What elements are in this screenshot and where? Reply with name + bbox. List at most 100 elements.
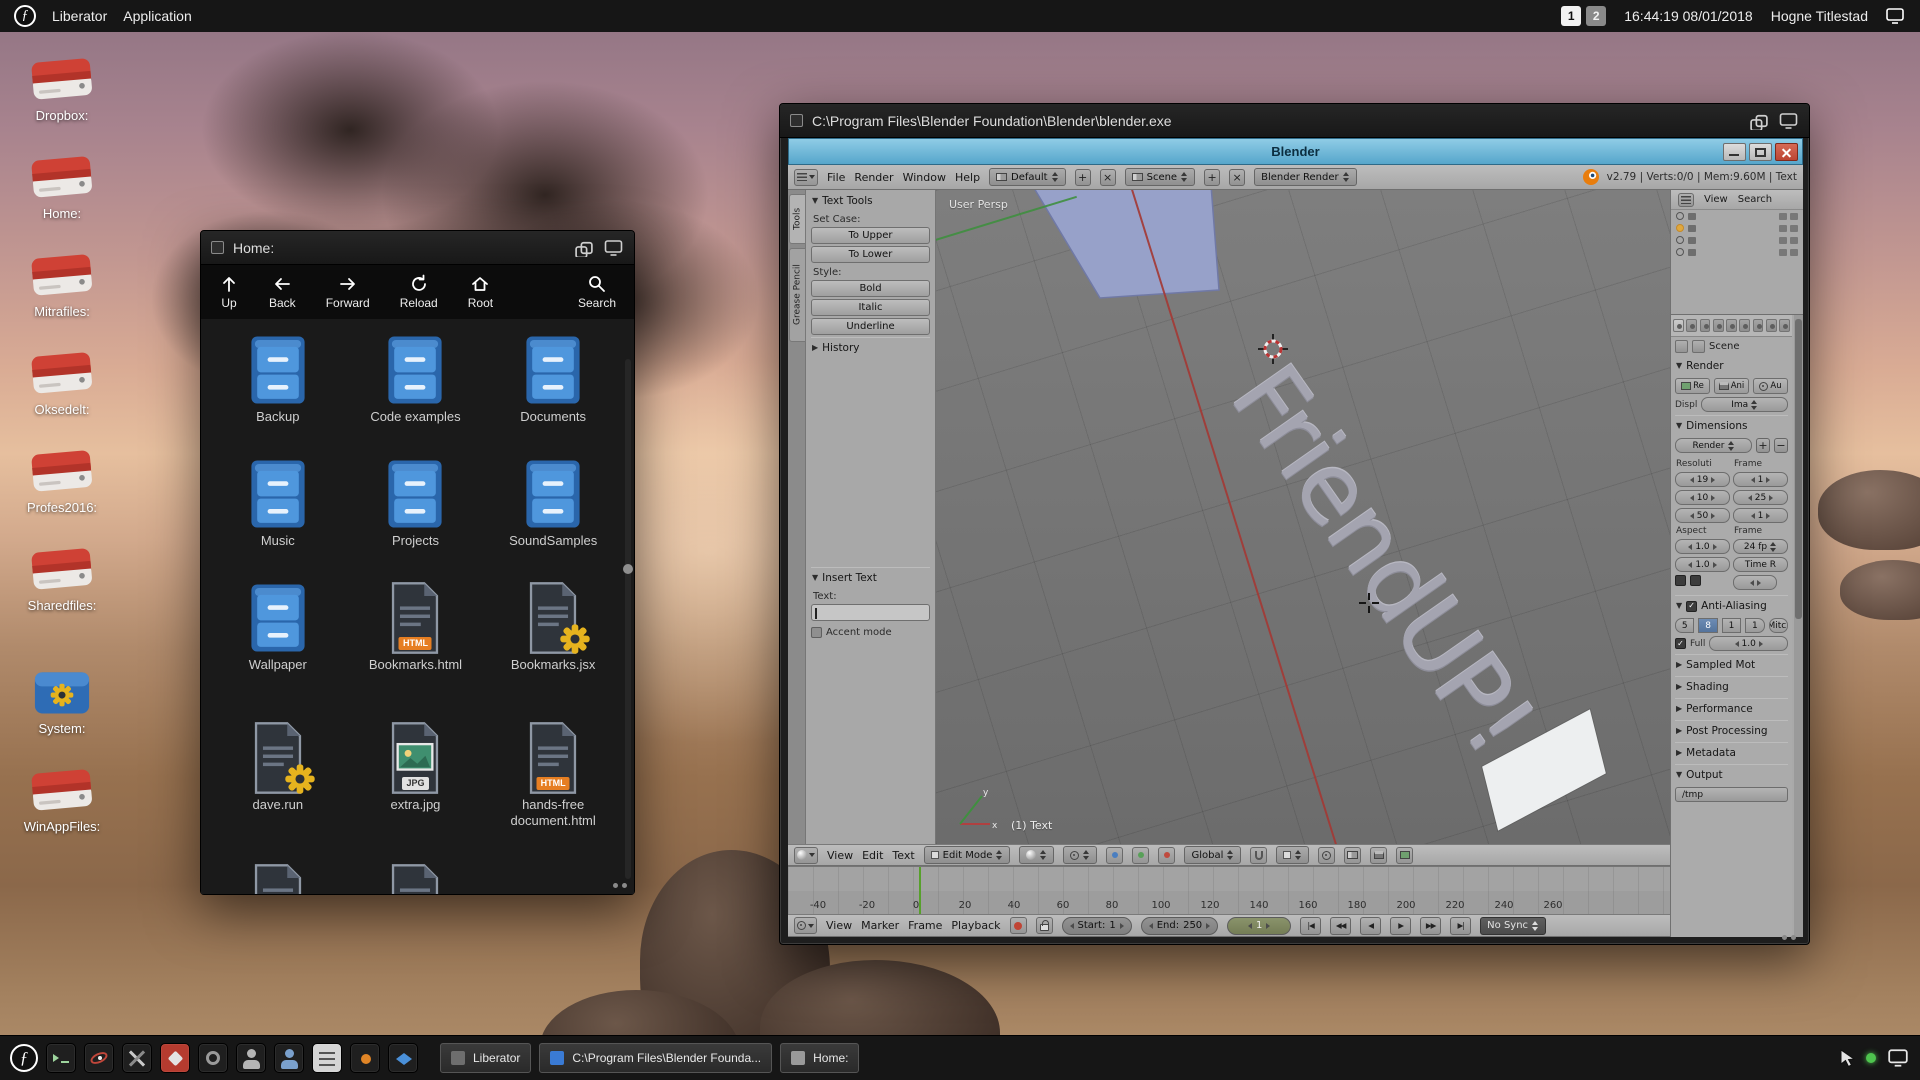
taskbar-button-liberator[interactable]: Liberator: [440, 1043, 531, 1073]
minimize-button[interactable]: [1723, 143, 1746, 161]
viewport-menu-view[interactable]: View: [827, 849, 853, 862]
taskbar-button-blender[interactable]: C:\Program Files\Blender Founda...: [539, 1043, 772, 1073]
restrict-render-icon[interactable]: [1790, 249, 1798, 256]
up-button[interactable]: Up: [219, 274, 239, 310]
to-upper-button[interactable]: To Upper: [811, 227, 930, 244]
render-layers-tab-icon[interactable]: [1686, 319, 1697, 332]
performance-panel-header[interactable]: ▶ Performance: [1675, 698, 1788, 718]
render-button[interactable]: Re: [1675, 378, 1710, 394]
resolution-y-field[interactable]: 10: [1675, 490, 1730, 505]
timeline-menu-playback[interactable]: Playback: [951, 919, 1000, 932]
friend-logo-icon[interactable]: ƒ: [14, 5, 36, 27]
pin-icon[interactable]: [1675, 340, 1688, 353]
timeline-ruler[interactable]: -40 -20 0 20 40 60 80 100 120 140 160 18…: [788, 866, 1670, 914]
manipulator-scale-icon[interactable]: [1158, 847, 1175, 864]
fps-dropdown[interactable]: 24 fp: [1733, 539, 1788, 554]
dock-icon-contacts[interactable]: [274, 1043, 304, 1073]
desktop-icon-dropbox[interactable]: Dropbox:: [6, 55, 118, 123]
scrollbar-thumb[interactable]: [1795, 319, 1802, 619]
file-item[interactable]: Music: [218, 457, 338, 581]
modifiers-tab-icon[interactable]: [1753, 319, 1764, 332]
text-tools-panel-header[interactable]: ▼ Text Tools: [811, 191, 930, 210]
jump-start-button[interactable]: |◀: [1300, 917, 1321, 935]
resize-grip[interactable]: [1782, 935, 1787, 940]
dock-icon-tools[interactable]: [122, 1043, 152, 1073]
jump-end-button[interactable]: ▶|: [1450, 917, 1471, 935]
manipulator-rotate-icon[interactable]: [1132, 847, 1149, 864]
file-item[interactable]: HTML hands-free document.html: [493, 721, 613, 863]
italic-button[interactable]: Italic: [811, 299, 930, 316]
resize-grip[interactable]: [613, 883, 618, 888]
file-item[interactable]: HTML Bookmarks.html: [355, 581, 475, 721]
anti-aliasing-panel-header[interactable]: ▼ ✓ Anti-Aliasing: [1675, 595, 1788, 615]
timeline-menu-view[interactable]: View: [826, 919, 852, 932]
animation-button[interactable]: Ani: [1714, 378, 1749, 394]
desktop-icon-winappfiles[interactable]: WinAppFiles:: [6, 766, 118, 834]
file-item[interactable]: Code examples: [355, 333, 475, 457]
scrollbar-thumb[interactable]: [623, 564, 633, 574]
aa-filter-dropdown[interactable]: Mitc: [1769, 618, 1788, 633]
menu-file[interactable]: File: [827, 171, 845, 184]
snap-magnet-icon[interactable]: [1250, 847, 1267, 864]
outliner-item[interactable]: [1671, 222, 1803, 234]
desktop-icon-mitrafiles[interactable]: Mitrafiles:: [6, 251, 118, 319]
reload-button[interactable]: Reload: [400, 274, 438, 310]
constraints-tab-icon[interactable]: [1739, 319, 1750, 332]
scrollbar-track[interactable]: [625, 359, 631, 879]
menu-application[interactable]: Application: [123, 8, 192, 24]
aa-samples-5[interactable]: 5: [1675, 618, 1694, 633]
viewport-menu-text[interactable]: Text: [892, 849, 914, 862]
file-item-partial[interactable]: [355, 863, 475, 894]
prev-keyframe-button[interactable]: ◀◀: [1330, 917, 1351, 935]
snap-target-dropdown[interactable]: [1276, 846, 1309, 864]
render-panel-header[interactable]: ▼ Render: [1675, 356, 1788, 375]
text-object-plane[interactable]: [1026, 190, 1236, 309]
resolution-x-field[interactable]: 19: [1675, 472, 1730, 487]
add-preset-button[interactable]: +: [1756, 438, 1770, 453]
pivot-dropdown[interactable]: [1063, 846, 1097, 864]
dock-icon-orbit[interactable]: [84, 1043, 114, 1073]
editor-type-icon[interactable]: [1678, 193, 1694, 207]
restrict-view-icon[interactable]: [1779, 237, 1787, 244]
insert-text-input[interactable]: [811, 604, 930, 621]
friend-logo-icon[interactable]: ƒ: [10, 1044, 38, 1072]
outliner-item[interactable]: [1671, 234, 1803, 246]
dock-icon-media[interactable]: [350, 1043, 380, 1073]
proportional-edit-icon[interactable]: [1318, 847, 1335, 864]
current-frame-line[interactable]: [919, 867, 921, 914]
mode-dropdown[interactable]: Edit Mode: [924, 846, 1011, 864]
material-tab-icon[interactable]: [1779, 319, 1790, 332]
remove-preset-button[interactable]: −: [1774, 438, 1788, 453]
desktop-icon-home[interactable]: Home:: [6, 153, 118, 221]
output-path-field[interactable]: /tmp: [1675, 787, 1788, 802]
post-processing-panel-header[interactable]: ▶ Post Processing: [1675, 720, 1788, 740]
blender-titlebar[interactable]: C:\Program Files\Blender Foundation\Blen…: [780, 104, 1809, 138]
file-item[interactable]: Bookmarks.jsx: [493, 581, 613, 721]
delete-layout-button[interactable]: ×: [1100, 169, 1116, 186]
dock-icon-terminal[interactable]: [46, 1043, 76, 1073]
display-icon[interactable]: [1886, 1047, 1910, 1069]
file-item-partial[interactable]: [218, 863, 338, 894]
orientation-dropdown[interactable]: Global: [1184, 846, 1241, 864]
timeline-menu-frame[interactable]: Frame: [908, 919, 942, 932]
scrollbar-track[interactable]: [1794, 315, 1803, 937]
frame-end-field[interactable]: 25: [1733, 490, 1788, 505]
render-preset-dropdown[interactable]: Render: [1675, 438, 1752, 453]
file-item[interactable]: SoundSamples: [493, 457, 613, 581]
frame-start-field[interactable]: Start:1: [1062, 917, 1132, 935]
viewport-menu-edit[interactable]: Edit: [862, 849, 883, 862]
maximize-button[interactable]: [1749, 143, 1772, 161]
audio-button[interactable]: Au: [1753, 378, 1788, 394]
root-button[interactable]: Root: [468, 274, 493, 310]
outliner-item[interactable]: [1671, 246, 1803, 258]
frame-start-field[interactable]: 1: [1733, 472, 1788, 487]
menu-window[interactable]: Window: [903, 171, 946, 184]
taskbar-button-home[interactable]: Home:: [780, 1043, 859, 1073]
dimensions-panel-header[interactable]: ▼ Dimensions: [1675, 415, 1788, 435]
object-tab-icon[interactable]: [1726, 319, 1737, 332]
data-tab-icon[interactable]: [1766, 319, 1777, 332]
display-dropdown[interactable]: Ima: [1701, 397, 1788, 412]
pointer-icon[interactable]: [1838, 1048, 1856, 1068]
restrict-render-icon[interactable]: [1790, 225, 1798, 232]
play-button[interactable]: ▶: [1390, 917, 1411, 935]
